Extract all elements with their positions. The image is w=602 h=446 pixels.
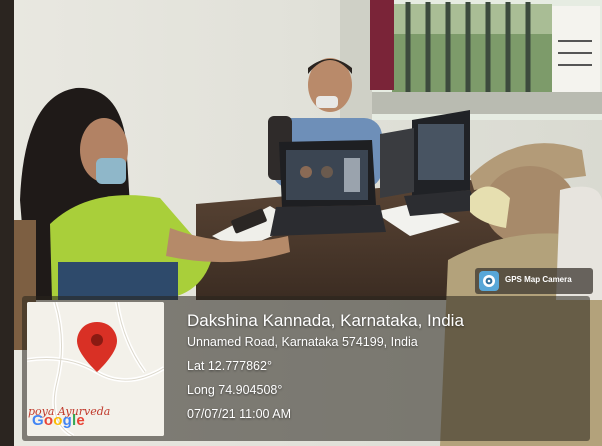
address-line: Unnamed Road, Karnataka 574199, India — [187, 335, 418, 349]
map-thumbnail: poya Ayurveda Google — [27, 302, 164, 436]
gps-map-camera-badge: GPS Map Camera — [475, 268, 593, 294]
latitude: Lat 12.777862° — [187, 359, 272, 373]
longitude: Long 74.904508° — [187, 383, 283, 397]
gps-map-camera-icon — [479, 271, 499, 291]
geotag-text: Dakshina Kannada, Karnataka, India Unnam… — [187, 310, 464, 422]
geotagged-photo: GPS Map Camera poya Ayurveda Google Daks… — [0, 0, 602, 446]
timestamp: 07/07/21 11:00 AM — [187, 407, 292, 421]
location-title: Dakshina Kannada, Karnataka, India — [187, 311, 464, 330]
badge-label: GPS Map Camera — [505, 275, 572, 284]
google-logo: Google — [32, 412, 85, 429]
